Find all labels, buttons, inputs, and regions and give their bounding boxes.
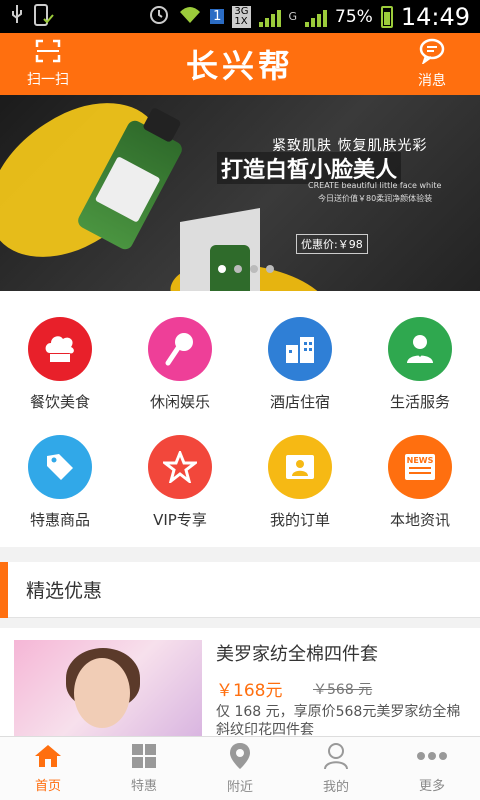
promo-banner[interactable]: 紧致肌肤 恢复肌肤光彩 打造白皙小脸美人 CREATE beautiful li… [0,95,480,291]
carousel-dot[interactable] [250,265,258,273]
network-type: 3G 1X [232,5,251,28]
carousel-dot[interactable] [266,265,274,273]
nav-label: 特惠 [130,779,157,794]
scan-button[interactable]: 扫一扫 [0,33,96,95]
status-bar: 1 3G 1X G 75% 14:49 [0,0,480,33]
chat-bubble-icon [418,38,446,68]
featured-deals-header: 精选优惠 [0,561,480,618]
carousel-dot[interactable] [218,265,226,273]
home-icon [33,743,63,773]
user-icon [323,742,349,774]
deal-original-price: ￥568 元 [313,682,373,698]
network-g-label: G [288,10,298,23]
deal-title: 美罗家纺全棉四件套 [216,644,378,665]
signal-icon-2 [305,7,328,27]
deal-price: ￥168元 [216,681,283,701]
category-label: 餐饮美食 [29,393,90,411]
nav-label: 附近 [226,780,253,795]
bottom-navigation: 首页 特惠 附近 我的 更多 [0,736,480,800]
message-button[interactable]: 消息 [384,33,480,95]
nav-deals[interactable]: 特惠 [96,737,192,800]
carousel-indicator [218,265,274,273]
grid-icon [131,743,157,773]
category-vip[interactable]: VIP专享 [120,419,240,537]
section-accent-bar [0,561,8,618]
message-label: 消息 [417,73,446,89]
app-header: 扫一扫 长兴帮 消息 [0,33,480,95]
category-label: VIP专享 [153,511,207,529]
category-hotel[interactable]: 酒店住宿 [240,301,360,419]
nav-label: 我的 [322,780,349,795]
nav-label: 更多 [418,779,445,794]
deal-thumbnail [14,640,202,736]
battery-icon [380,5,393,28]
phone-check-icon [34,3,54,30]
category-label: 我的订单 [269,511,330,529]
nav-label: 首页 [34,779,61,794]
clock: 14:49 [400,2,470,31]
nav-more[interactable]: 更多 [384,737,480,800]
wifi-icon [178,4,202,29]
category-leisure[interactable]: 休闲娱乐 [120,301,240,419]
carousel-dot[interactable] [234,265,242,273]
building-icon [268,317,332,381]
app-title: 长兴帮 [185,47,294,85]
microphone-icon [148,317,212,381]
banner-headline: 打造白皙小脸美人 [217,152,402,184]
usb-icon [10,4,24,29]
service-person-icon [388,317,452,381]
thumbnail-face [74,658,130,728]
category-label: 酒店住宿 [269,393,330,411]
category-label: 休闲娱乐 [149,393,210,411]
nav-mine[interactable]: 我的 [288,737,384,800]
star-icon [148,435,212,499]
chef-hat-icon [28,317,92,381]
deal-description: 仅 168 元，享原价568元美罗家纺全棉斜纹印花四件套 [216,704,461,736]
nav-nearby[interactable]: 附近 [192,737,288,800]
alarm-icon [148,3,170,30]
category-grid: 餐饮美食 休闲娱乐 酒店住宿 生活服务 特惠商品 VIP专享 我的订单 NEWS… [0,291,480,547]
banner-offer-line: 今日送价值￥80柔润净颜体验装 [318,194,433,203]
battery-percent: 75% [335,6,373,27]
news-icon: NEWS [388,435,452,499]
more-dots-icon [416,743,448,773]
scan-icon [35,39,61,67]
svg-text:NEWS: NEWS [407,456,434,465]
signal-icon [258,7,281,27]
category-deals[interactable]: 特惠商品 [0,419,120,537]
category-label: 生活服务 [389,393,450,411]
category-dining[interactable]: 餐饮美食 [0,301,120,419]
section-title: 精选优惠 [26,580,103,602]
price-tag-icon [28,435,92,499]
banner-price: 优惠价:￥98 [296,234,368,254]
sim-icon: 1 [210,9,225,24]
category-services[interactable]: 生活服务 [360,301,480,419]
nav-home[interactable]: 首页 [0,737,96,800]
category-news[interactable]: NEWS 本地资讯 [360,419,480,537]
id-card-icon [268,435,332,499]
banner-english-line: CREATE beautiful little face white [308,181,442,190]
category-label: 特惠商品 [29,511,90,529]
category-label: 本地资讯 [389,511,450,529]
location-pin-icon [229,742,251,774]
scan-label: 扫一扫 [27,72,69,88]
deal-item[interactable]: 美罗家纺全棉四件套 ￥168元 ￥568 元 仅 168 元，享原价568元美罗… [0,628,480,736]
category-orders[interactable]: 我的订单 [240,419,360,537]
